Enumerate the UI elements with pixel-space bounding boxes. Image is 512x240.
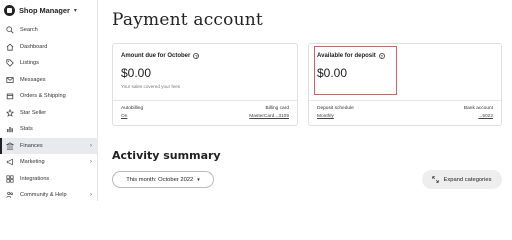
bank-icon [5,141,15,151]
amount-due-heading: Amount due for October ? [121,53,200,59]
sidebar-item-label: Stats [20,126,33,133]
amount-due-heading-label: Amount due for October [121,53,191,59]
search-icon [5,25,15,35]
autobilling-link[interactable]: On [121,114,143,119]
amount-due-note: Your sales covered your fees [121,84,181,89]
people-icon [5,190,15,200]
sidebar-item-dashboard[interactable]: Dashboard [0,39,98,56]
sidebar-item-label: Integrations [20,175,50,182]
chevron-right-icon: › [90,159,92,166]
autobilling-label: Autobilling [121,106,144,111]
period-select-button[interactable]: This month: October 2022 ▾ [112,171,214,188]
deposit-schedule-label: Deposit schedule [317,106,354,111]
page-title: Payment account [112,10,263,30]
sidebar-item-listings[interactable]: Listings [0,55,98,72]
expand-categories-label: Expand categories [443,176,492,183]
card-divider [113,100,297,101]
activity-summary-title: Activity summary [112,149,221,162]
sidebar-item-integrations[interactable]: Integrations [0,171,98,188]
sidebar-item-label: Messages [20,76,46,83]
sidebar-nav: Search Dashboard Listings Messages Order… [0,22,98,204]
expand-categories-button[interactable]: Expand categories [422,170,502,189]
grid-icon [5,174,15,184]
autobilling-meta: Autobilling On [121,106,143,119]
expand-icon [432,176,440,183]
sidebar-item-label: Dashboard [20,43,48,50]
bank-account-label: Bank account [463,106,493,111]
deposit-schedule-meta: Deposit schedule Monthly [317,106,354,119]
sidebar-item-label: Search [20,27,38,34]
chevron-right-icon: › [90,142,92,149]
shop-logo-icon [4,4,15,16]
sidebar-item-finances[interactable]: Finances › [0,137,98,154]
sidebar-item-community[interactable]: Community & Help › [0,187,98,204]
chevron-down-icon: ▾ [73,7,77,14]
sidebar-item-label: Orders & Shipping [20,93,66,100]
sidebar-item-label: Community & Help [20,192,67,199]
card-divider [309,100,501,101]
box-icon [5,91,15,101]
sidebar-item-label: Star Seller [20,109,47,116]
bank-account-link[interactable]: ...5022 [464,114,493,119]
sidebar-item-label: Listings [20,60,39,67]
amount-due-value: $0.00 [121,66,152,80]
star-icon [5,108,15,118]
bar-chart-icon [5,124,15,134]
period-select-label: This month: October 2022 [126,176,194,183]
deposit-highlight-box [314,46,397,95]
main-content: Payment account Amount due for October ?… [98,0,512,201]
shop-manager-menu[interactable]: Shop Manager ▾ [4,3,77,17]
sidebar-item-messages[interactable]: Messages [0,72,98,89]
megaphone-icon [5,157,15,167]
sidebar: Shop Manager ▾ Search Dashboard Listings… [0,0,98,201]
sidebar-item-stats[interactable]: Stats [0,121,98,138]
home-icon [5,42,15,52]
chevron-right-icon: › [90,192,92,199]
sidebar-item-label: Finances [20,142,43,149]
sidebar-item-star-seller[interactable]: Star Seller [0,105,98,122]
shop-manager-title: Shop Manager [19,5,70,15]
sidebar-item-label: Marketing [20,159,45,166]
bank-account-meta: Bank account ...5022 [464,106,493,119]
mail-icon [5,75,15,85]
deposit-schedule-link[interactable]: Monthly [317,114,354,119]
sidebar-item-marketing[interactable]: Marketing › [0,154,98,171]
caret-down-icon: ▾ [197,176,200,183]
sidebar-item-orders[interactable]: Orders & Shipping [0,88,98,105]
billing-card-link[interactable]: MasterCard...3109 [249,114,289,119]
tag-icon [5,58,15,68]
amount-due-card: Amount due for October ? $0.00 Your sale… [112,43,298,126]
billing-card-label: Billing card [265,106,289,111]
info-icon[interactable]: ? [193,53,200,59]
sidebar-item-search[interactable]: Search [0,22,98,39]
billing-card-meta: Billing card MasterCard...3109 [249,106,289,119]
